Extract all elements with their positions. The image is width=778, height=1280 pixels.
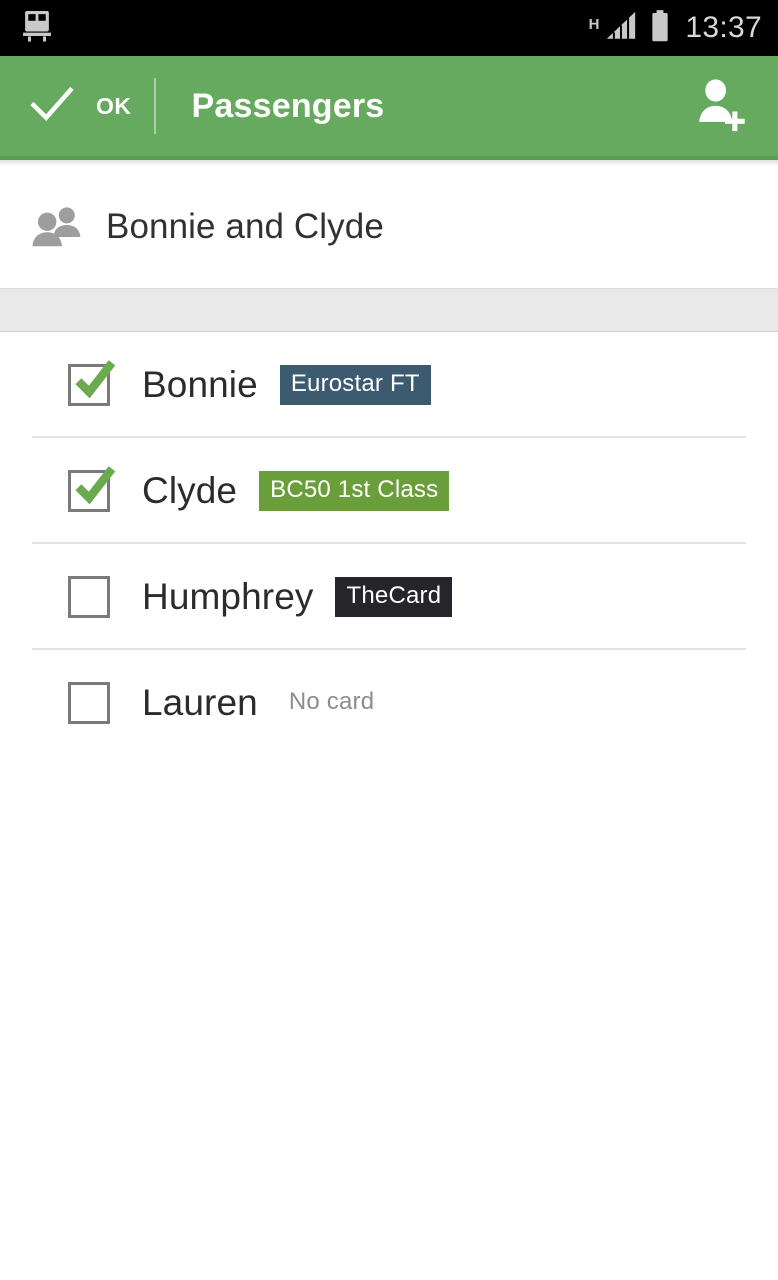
- app-screen: H 13:37 OK Passengers Bonnie and Clyde B…: [0, 0, 778, 1280]
- add-person-icon: [691, 75, 749, 138]
- passenger-checkbox[interactable]: [68, 466, 116, 512]
- action-bar: OK Passengers: [0, 56, 778, 160]
- passenger-card-badge: No card: [288, 688, 375, 715]
- signal-bars-icon: [604, 9, 638, 48]
- passenger-row-humphrey[interactable]: Humphrey TheCard: [0, 544, 778, 650]
- checkbox-box: [68, 576, 110, 618]
- checkbox-tick-icon: [70, 462, 118, 510]
- passenger-checkbox[interactable]: [68, 360, 116, 406]
- network-type-label: H: [588, 15, 600, 33]
- status-bar: H 13:37: [0, 0, 778, 56]
- passenger-row-clyde[interactable]: Clyde BC50 1st Class: [0, 438, 778, 544]
- checkmark-icon: [26, 78, 78, 135]
- checkbox-tick-icon: [70, 356, 118, 404]
- group-header[interactable]: Bonnie and Clyde: [0, 166, 778, 288]
- passenger-row-lauren[interactable]: Lauren No card: [0, 650, 778, 756]
- list-empty-area: [0, 756, 778, 1280]
- passenger-card-badge: TheCard: [335, 577, 453, 617]
- passenger-checkbox[interactable]: [68, 682, 110, 724]
- confirm-ok-button[interactable]: OK: [26, 56, 154, 156]
- section-separator: [0, 288, 778, 332]
- passenger-checkbox[interactable]: [68, 576, 110, 618]
- status-bar-indicators: H 13:37: [589, 9, 762, 48]
- action-bar-divider: [153, 78, 156, 134]
- passenger-list: Bonnie Eurostar FT Clyde BC50 1st Class …: [0, 332, 778, 756]
- group-people-icon: [30, 203, 92, 251]
- page-title: Passengers: [191, 86, 385, 125]
- passenger-card-badge: Eurostar FT: [279, 365, 431, 405]
- battery-icon: [647, 9, 673, 48]
- status-bar-clock: 13:37: [685, 11, 762, 44]
- passenger-name: Lauren: [142, 682, 258, 723]
- train-icon: [18, 7, 56, 50]
- status-bar-notifications: [18, 7, 56, 50]
- ok-label: OK: [96, 92, 132, 119]
- checkbox-box: [68, 682, 110, 724]
- passenger-name: Bonnie: [142, 364, 258, 405]
- group-name-label: Bonnie and Clyde: [106, 207, 384, 246]
- passenger-name: Clyde: [142, 470, 238, 511]
- passenger-card-badge: BC50 1st Class: [259, 471, 450, 511]
- add-passenger-button[interactable]: [684, 70, 756, 142]
- passenger-row-bonnie[interactable]: Bonnie Eurostar FT: [0, 332, 778, 438]
- passenger-name: Humphrey: [142, 576, 314, 617]
